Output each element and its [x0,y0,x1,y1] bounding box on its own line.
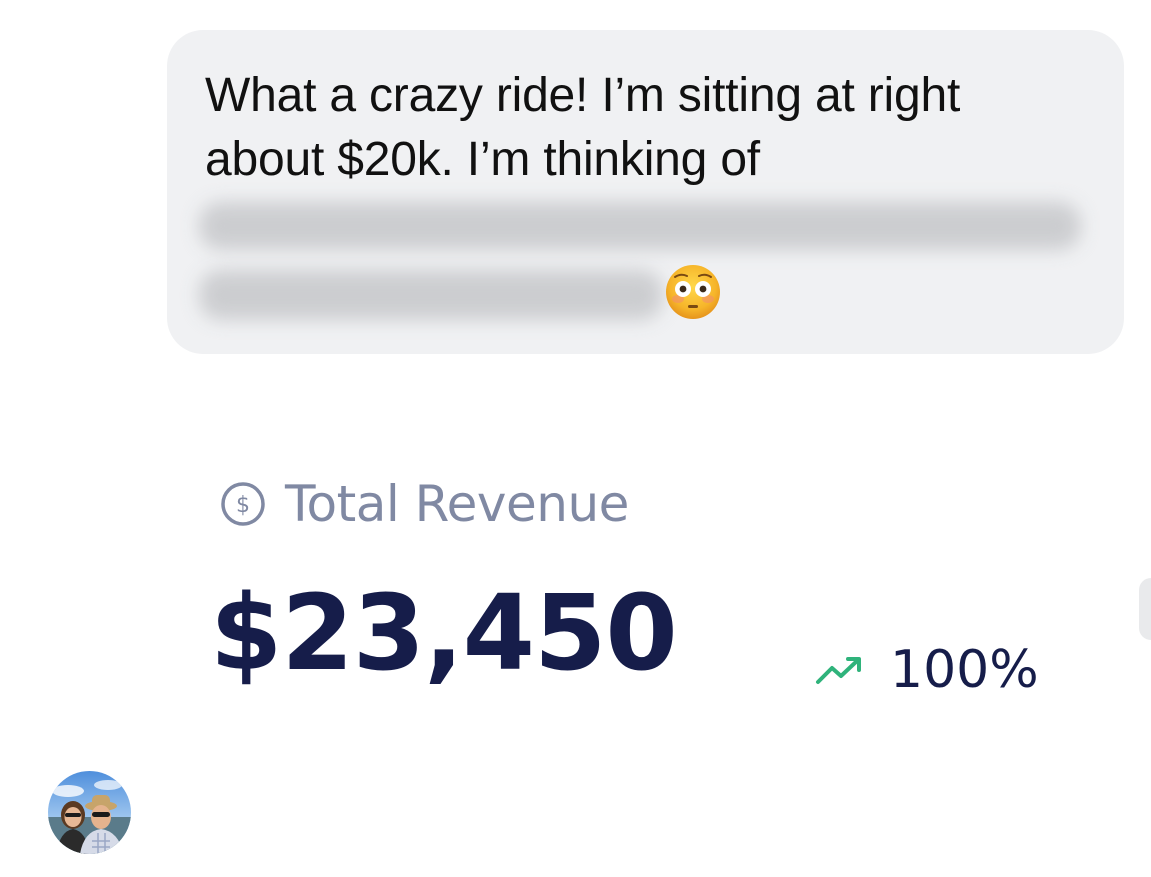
sender-avatar[interactable] [48,771,131,854]
message-line-2: about $20k. I’m thinking of [205,133,760,186]
dollar-circle-icon: $ [221,482,265,526]
message-line-1: What a crazy ride! I’m sitting at right [205,69,961,122]
redacted-text-line-1 [199,202,1081,250]
svg-text:$: $ [236,493,250,518]
message-bubble[interactable]: What a crazy ride! I’m sitting at right … [167,30,1124,354]
message-text: What a crazy ride! I’m sitting at right … [205,64,1105,192]
redacted-text-line-2 [199,270,663,320]
avatar-photo-icon [48,771,131,854]
revenue-change-percent: 100% [890,640,1039,700]
revenue-change: 100% [814,640,1039,700]
revenue-header: $ Total Revenue [219,476,629,532]
revenue-card: $ Total Revenue $23,450 100% [0,440,1151,740]
revenue-value: $23,450 [210,572,678,694]
scroll-edge-indicator [1139,578,1151,640]
trending-up-icon [816,657,861,684]
revenue-title: Total Revenue [285,475,629,533]
flushed-face-emoji-icon [666,265,720,319]
